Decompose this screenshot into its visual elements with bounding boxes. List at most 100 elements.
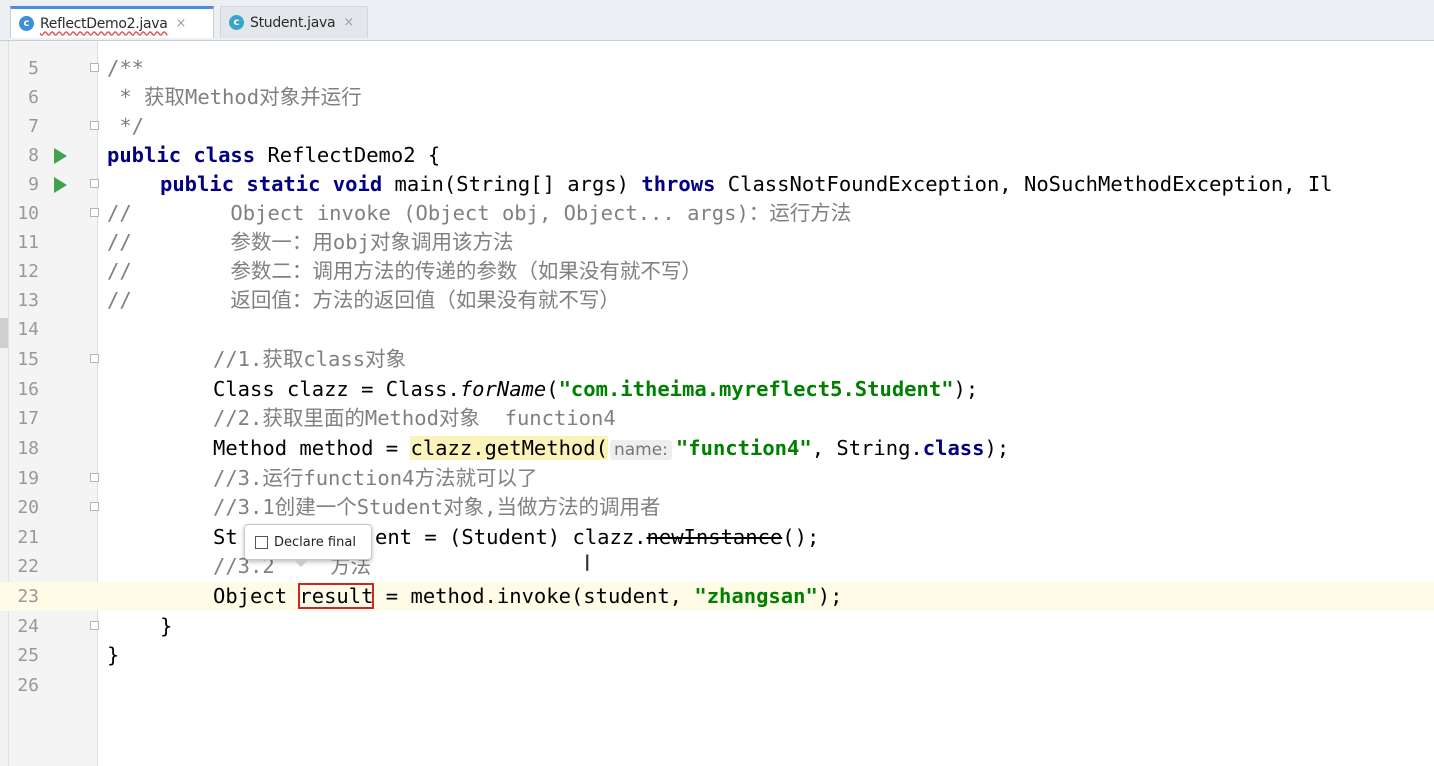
code-line: 16 Class clazz = Class.forName("com.ithe… [0, 375, 1434, 404]
code-text: // 返回值：方法的返回值（如果没有就不写） [107, 288, 620, 312]
class-file-icon: c [19, 16, 34, 31]
line-number: 6 [28, 87, 39, 108]
line-number: 5 [28, 58, 39, 79]
code-line: 22 //3.2 方法 [0, 552, 1434, 581]
close-icon[interactable]: × [176, 16, 187, 31]
line-number: 22 [17, 556, 39, 577]
code-string: "zhangsan" [694, 584, 818, 608]
code-token: ); [984, 436, 1010, 460]
line-number: 14 [17, 319, 39, 340]
code-line: 14 [0, 315, 1434, 344]
line-number: 21 [17, 527, 39, 548]
line-number: 23 [17, 586, 39, 607]
code-text: } [160, 614, 173, 638]
tab-student[interactable]: c Student.java × [220, 6, 368, 38]
fold-icon[interactable] [90, 473, 99, 482]
code-line: 20 //3.1创建一个Student对象,当做方法的调用者 [0, 493, 1434, 522]
code-line: 25 } [0, 641, 1434, 670]
line-number: 11 [17, 232, 39, 253]
code-text: //3.1创建一个Student对象,当做方法的调用者 [213, 495, 661, 519]
code-token: ent = (Student) clazz. [375, 525, 647, 549]
code-text: //1.获取class对象 [213, 347, 407, 371]
tab-label: Student.java [250, 14, 336, 31]
line-number: 15 [17, 349, 39, 370]
fold-icon[interactable] [90, 208, 99, 217]
declare-final-label: Declare final [274, 534, 356, 550]
fold-icon[interactable] [90, 502, 99, 511]
code-text: // Object invoke (Object obj, Object... … [107, 201, 852, 225]
code-text: St [213, 525, 238, 549]
code-text: Object result = method.invoke(student, "… [213, 582, 842, 611]
code-line: 26 [0, 671, 1434, 700]
code-token: (); [782, 525, 820, 549]
popup-pointer [293, 559, 309, 567]
code-string: "function4" [675, 436, 812, 460]
code-line: 15 //1.获取class对象 [0, 345, 1434, 374]
code-keyword: throws [641, 172, 716, 196]
line-number: 9 [28, 174, 39, 195]
code-text: // 参数一：用obj对象调用该方法 [107, 230, 514, 254]
code-line: 12 // 参数二：调用方法的传递的参数（如果没有就不写） [0, 257, 1434, 286]
run-icon[interactable] [54, 148, 67, 164]
code-token: = method.invoke(student, [373, 584, 695, 608]
fold-icon[interactable] [90, 121, 99, 130]
close-icon[interactable]: × [343, 15, 354, 30]
code-text: // 参数二：调用方法的传递的参数（如果没有就不写） [107, 259, 702, 283]
code-line: 21 St ent = (Student) clazz.newInstance(… [0, 523, 1434, 552]
tab-label: ReflectDemo2.java [40, 15, 168, 32]
fold-icon[interactable] [90, 63, 99, 72]
code-line: 18 Method method = clazz.getMethod(name:… [0, 434, 1434, 463]
code-line: 17 //2.获取里面的Method对象 function4 [0, 404, 1434, 433]
code-line: 24 } [0, 612, 1434, 641]
line-number: 10 [17, 203, 39, 224]
code-text: public static void main(String[] args) t… [160, 170, 1333, 199]
code-keyword: public static void [160, 172, 383, 196]
code-text: Class clazz = Class.forName("com.itheima… [213, 375, 978, 404]
code-line: 19 //3.运行function4方法就可以了 [0, 464, 1434, 493]
variable-rename-box[interactable]: result [298, 583, 375, 609]
code-keyword: class [922, 436, 985, 460]
text-cursor-icon: Ι [584, 552, 591, 577]
code-text: //2.获取里面的Method对象 function4 [213, 406, 616, 430]
code-text: //3.运行function4方法就可以了 [213, 466, 538, 490]
line-number: 25 [17, 645, 39, 666]
code-text: ent = (Student) clazz.newInstance(); [375, 523, 819, 552]
current-code-line: 23 Object result = method.invoke(student… [0, 582, 1434, 611]
code-token: ); [953, 377, 979, 401]
code-line: 13 // 返回值：方法的返回值（如果没有就不写） [0, 286, 1434, 315]
code-token: Class clazz = Class. [213, 377, 460, 401]
code-keyword: public class [107, 143, 256, 167]
code-text: } [107, 643, 120, 667]
run-icon[interactable] [54, 177, 67, 193]
code-line: 10 // Object invoke (Object obj, Object.… [0, 199, 1434, 228]
code-line: 6 * 获取Method对象并运行 [0, 83, 1434, 112]
deprecated-call: newInstance [646, 525, 783, 549]
declare-final-checkbox[interactable] [255, 535, 268, 549]
code-text: Method method = clazz.getMethod(name: "fu… [213, 434, 1009, 465]
code-token: ReflectDemo2 { [255, 143, 441, 167]
fold-icon[interactable] [90, 179, 99, 188]
code-token: , String. [811, 436, 923, 460]
line-number: 19 [17, 468, 39, 489]
fold-icon[interactable] [90, 354, 99, 363]
line-number: 18 [17, 438, 39, 459]
line-number: 20 [17, 497, 39, 518]
fold-icon[interactable] [90, 621, 99, 630]
code-line: 8 public class ReflectDemo2 { [0, 141, 1434, 170]
code-token: forName [459, 377, 547, 401]
line-number: 7 [28, 116, 39, 137]
code-token: Object [213, 584, 300, 608]
line-number: 16 [17, 379, 39, 400]
line-number: 13 [17, 290, 39, 311]
editor-tab-bar: c ReflectDemo2.java × c Student.java × [0, 0, 1434, 41]
tab-reflectdemo2[interactable]: c ReflectDemo2.java × [10, 6, 214, 38]
declare-final-popup[interactable]: Declare final [244, 524, 372, 560]
code-text: public class ReflectDemo2 { [107, 141, 440, 170]
code-string: "com.itheima.myreflect5.Student" [558, 377, 954, 401]
code-token: ClassNotFoundException, NoSuchMethodExce… [715, 172, 1333, 196]
line-number: 17 [17, 408, 39, 429]
code-text: * 获取Method对象并运行 [107, 85, 362, 109]
code-token: ( [546, 377, 559, 401]
code-line: 11 // 参数一：用obj对象调用该方法 [0, 228, 1434, 257]
code-token: Method method = [213, 436, 411, 460]
